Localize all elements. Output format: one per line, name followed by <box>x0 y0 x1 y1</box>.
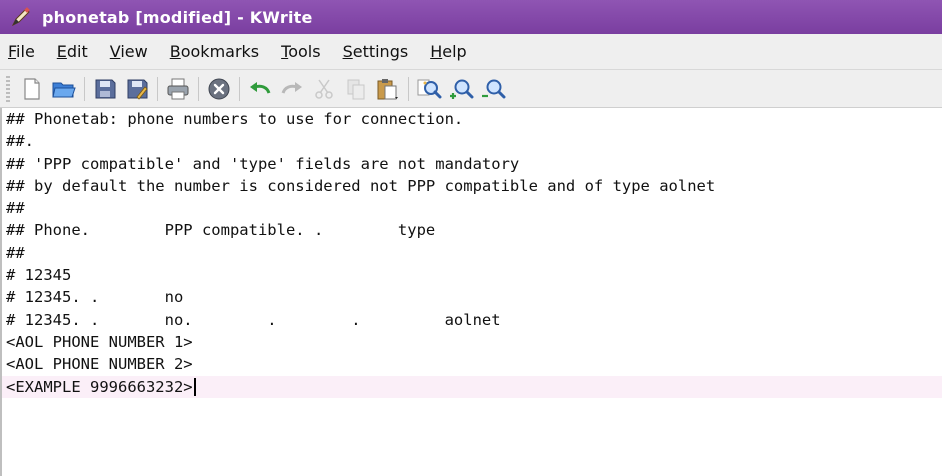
cut-icon <box>315 79 333 99</box>
menu-help[interactable]: Help <box>430 42 466 61</box>
menu-settings[interactable]: Settings <box>343 42 409 61</box>
new-document-icon <box>24 77 40 100</box>
editor-line[interactable]: ## Phone. PPP compatible. . type <box>0 219 942 241</box>
menu-file[interactable]: File <box>8 42 35 61</box>
editor-line-text: <EXAMPLE 9996663232> <box>6 377 193 396</box>
close-button[interactable] <box>205 75 233 103</box>
editor-line[interactable]: ## <box>0 242 942 264</box>
toolbar-separator <box>157 76 158 101</box>
editor-line[interactable]: # 12345. . no <box>0 286 942 308</box>
toolbar-separator <box>408 76 409 101</box>
editor-line[interactable]: <AOL PHONE NUMBER 1> <box>0 331 942 353</box>
editor-line-current[interactable]: <EXAMPLE 9996663232> <box>0 375 942 398</box>
open-button[interactable] <box>50 75 78 103</box>
print-button[interactable] <box>164 75 192 103</box>
copy-icon <box>347 79 365 99</box>
undo-button[interactable] <box>246 75 274 103</box>
text-cursor <box>193 378 196 397</box>
main-toolbar <box>0 70 942 108</box>
open-icon <box>52 82 76 97</box>
kwrite-app-icon <box>11 7 30 27</box>
paste-icon <box>377 78 398 99</box>
toolbar-separator <box>84 76 85 101</box>
editor-line[interactable]: ##. <box>0 130 942 152</box>
undo-icon <box>250 81 271 94</box>
save-icon <box>95 79 116 98</box>
print-icon <box>167 78 189 99</box>
window-title: phonetab [modified] - KWrite <box>42 7 313 27</box>
text-editor[interactable]: ## Phonetab: phone numbers to use for co… <box>0 108 942 476</box>
toolbar-grip[interactable] <box>6 75 10 102</box>
find-button[interactable] <box>415 75 443 103</box>
find-previous-icon <box>482 79 506 98</box>
toolbar-separator <box>198 76 199 101</box>
menu-tools[interactable]: Tools <box>281 42 320 61</box>
copy-button[interactable] <box>342 75 370 103</box>
title-bar[interactable]: phonetab [modified] - KWrite <box>0 0 942 34</box>
cut-button[interactable] <box>310 75 338 103</box>
find-next-button[interactable] <box>447 75 475 103</box>
editor-line[interactable]: ## Phonetab: phone numbers to use for co… <box>0 108 942 130</box>
menu-bar: File Edit View Bookmarks Tools Settings … <box>0 34 942 70</box>
redo-button[interactable] <box>278 75 306 103</box>
menu-bookmarks[interactable]: Bookmarks <box>170 42 259 61</box>
editor-line[interactable]: # 12345 <box>0 264 942 286</box>
find-icon <box>417 79 442 98</box>
editor-line[interactable]: ## by default the number is considered n… <box>0 175 942 197</box>
close-icon <box>208 78 230 99</box>
save-as-icon <box>127 79 148 100</box>
editor-line[interactable]: ## 'PPP compatible' and 'type' fields ar… <box>0 153 942 175</box>
menu-view[interactable]: View <box>110 42 148 61</box>
editor-line[interactable]: <AOL PHONE NUMBER 2> <box>0 353 942 375</box>
kwrite-window: phonetab [modified] - KWrite File Edit V… <box>0 0 942 476</box>
menu-edit[interactable]: Edit <box>57 42 88 61</box>
new-document-button[interactable] <box>18 75 46 103</box>
redo-icon <box>281 81 302 94</box>
editor-line[interactable]: # 12345. . no. . . aolnet <box>0 309 942 331</box>
find-next-icon <box>450 79 474 99</box>
paste-button[interactable] <box>374 75 402 103</box>
editor-line[interactable]: ## <box>0 197 942 219</box>
editor-left-border <box>0 108 2 476</box>
find-previous-button[interactable] <box>479 75 507 103</box>
save-as-button[interactable] <box>123 75 151 103</box>
toolbar-separator <box>239 76 240 101</box>
save-button[interactable] <box>91 75 119 103</box>
